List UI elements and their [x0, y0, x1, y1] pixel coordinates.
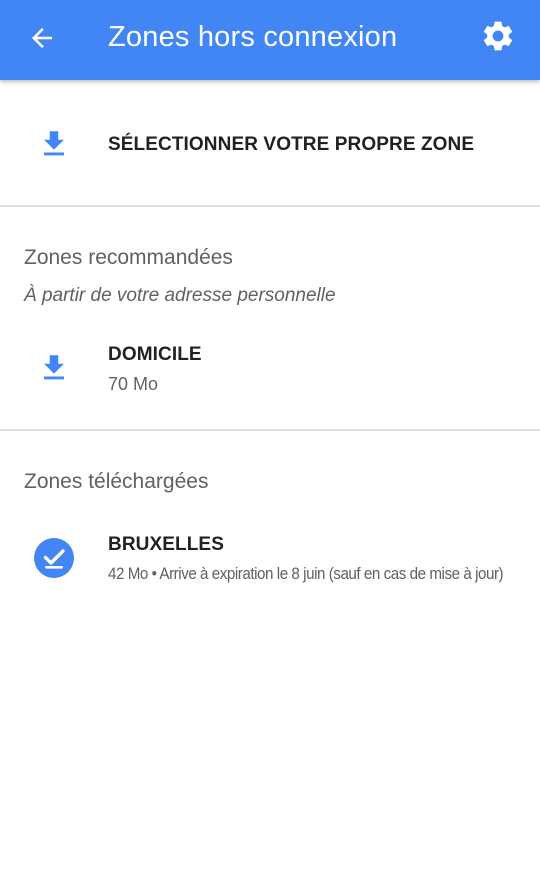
list-item[interactable]: DOMICILE 70 Mo [0, 330, 540, 410]
check-circle-icon [34, 538, 74, 578]
downloaded-item-icon-box [30, 534, 78, 582]
divider [0, 429, 540, 431]
downloaded-item-name: BRUXELLES [108, 534, 224, 555]
recommended-item-name: DOMICILE [108, 344, 202, 365]
recommended-section-title: Zones recommandées [24, 246, 233, 269]
download-icon [44, 355, 64, 380]
downloaded-section-title: Zones téléchargées [24, 470, 209, 493]
back-button[interactable] [24, 20, 60, 56]
recommended-item-size: 70 Mo [108, 374, 159, 394]
recommended-item-icon-box [30, 344, 78, 392]
select-own-zone-label: SÉLECTIONNER VOTRE PROPRE ZONE [108, 134, 475, 155]
app-bar: Zones hors connexion [0, 0, 540, 80]
downloaded-item-details: 42 Mo • Arrive à expiration le 8 juin (s… [108, 565, 504, 583]
page-title: Zones hors connexion [108, 21, 398, 53]
divider [0, 205, 540, 207]
settings-button[interactable] [478, 16, 518, 56]
gear-icon [483, 21, 513, 51]
select-zone-icon-box [30, 120, 78, 168]
download-icon [44, 131, 64, 156]
arrow-back-icon [32, 28, 52, 48]
select-own-zone-row[interactable]: SÉLECTIONNER VOTRE PROPRE ZONE [0, 110, 540, 182]
list-item[interactable]: BRUXELLES 42 Mo • Arrive à expiration le… [0, 520, 540, 600]
recommended-section-subtitle: À partir de votre adresse personnelle [24, 285, 336, 306]
